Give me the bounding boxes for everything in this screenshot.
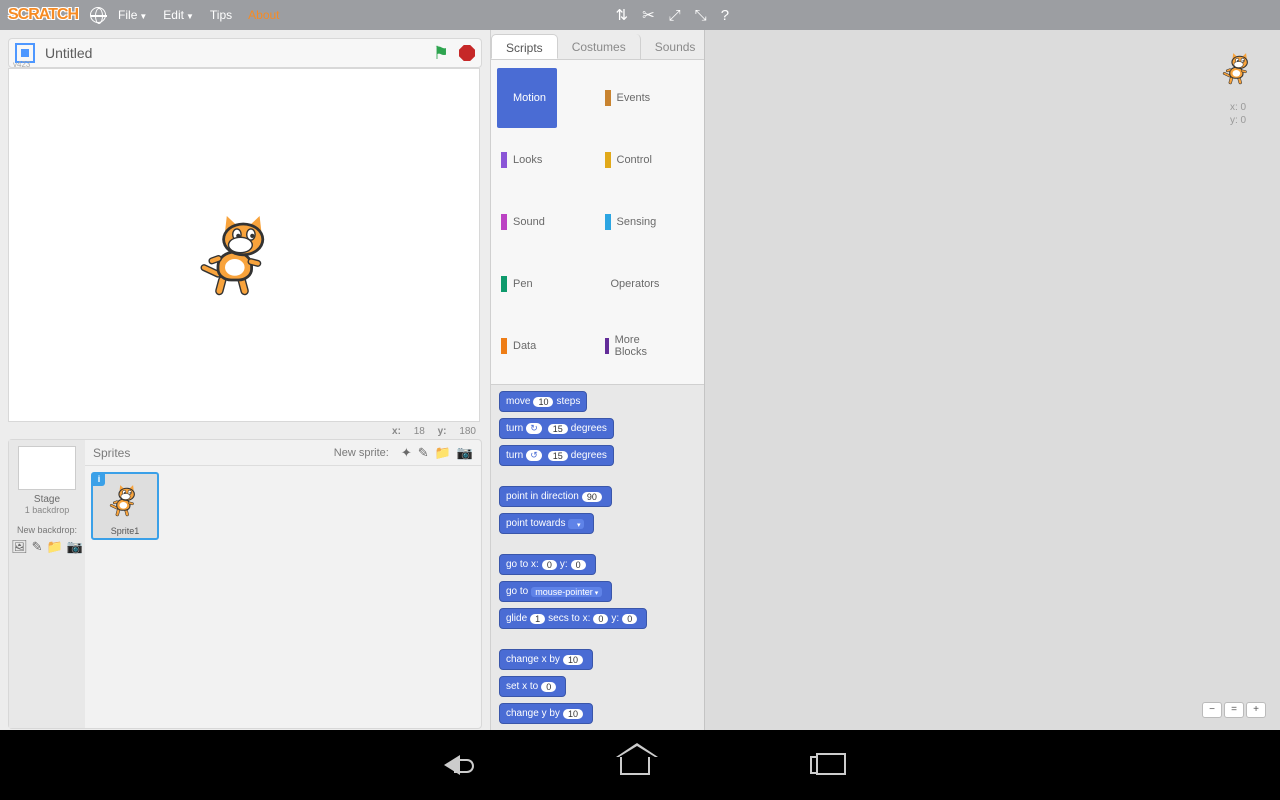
tab-sounds[interactable]: Sounds [641, 34, 711, 59]
android-recent-icon[interactable] [810, 756, 836, 774]
sprite-paint-icon[interactable]: ✎ [418, 445, 429, 461]
stage[interactable] [8, 68, 480, 422]
android-back-icon[interactable] [444, 755, 460, 775]
tab-costumes[interactable]: Costumes [558, 34, 641, 59]
language-icon[interactable] [90, 7, 106, 23]
stage-thumbnail[interactable] [18, 446, 76, 490]
zoom-out-button[interactable]: − [1202, 702, 1222, 718]
category-sensing[interactable]: Sensing [601, 192, 661, 252]
category-events[interactable]: Events [601, 68, 661, 128]
green-flag-icon[interactable]: ⚑ [433, 43, 449, 64]
zoom-reset-button[interactable]: = [1224, 702, 1244, 718]
block-glide[interactable]: glide1secs to x:0y:0 [499, 608, 647, 629]
stage-header: v423 Untitled ⚑ [8, 38, 482, 68]
delete-icon[interactable]: ✂ [642, 6, 655, 24]
block-categories: Motion Events Looks Control Sound Sensin… [491, 60, 704, 385]
duplicate-icon[interactable]: ⇅ [616, 6, 629, 24]
sprite-info-icon[interactable]: i [93, 474, 105, 486]
scratch-cat-icon [109, 486, 142, 519]
sprite-upload-icon[interactable]: 📁 [435, 445, 451, 461]
backdrop-paint-icon[interactable]: ✎ [32, 539, 43, 555]
block-point-direction[interactable]: point in direction90 [499, 486, 612, 507]
block-goto[interactable]: go tomouse-pointer [499, 581, 612, 602]
sprites-label: Sprites [93, 446, 334, 460]
category-operators[interactable]: Operators [601, 254, 661, 314]
backdrop-library-icon[interactable]: 🖼 [11, 539, 28, 555]
category-looks[interactable]: Looks [497, 130, 557, 190]
new-sprite-label: New sprite: [334, 447, 389, 459]
scripts-workspace[interactable]: x: 0 y: 0 − = + [704, 30, 1280, 730]
category-control[interactable]: Control [601, 130, 661, 190]
help-icon[interactable]: ? [721, 7, 729, 24]
block-turn-cw[interactable]: turn↻15degrees [499, 418, 614, 439]
block-change-y[interactable]: change y by10 [499, 703, 593, 724]
top-menu-bar: SCRATCH File▼ Edit▼ Tips About ⇅ ✂ ⤢ ⤡ ? [0, 0, 1280, 30]
stop-icon[interactable] [459, 45, 475, 61]
scratch-cat-icon [1222, 54, 1255, 87]
tab-scripts[interactable]: Scripts [491, 34, 558, 59]
editor-tabs: Scripts Costumes Sounds [491, 30, 704, 60]
stage-coords: x: 18 y: 180 [8, 426, 476, 437]
sprite-thumbnail-sprite1[interactable]: i Sprite1 [91, 472, 159, 540]
block-goto-xy[interactable]: go to x:0y:0 [499, 554, 596, 575]
block-move-steps[interactable]: move10steps [499, 391, 587, 412]
zoom-controls: − = + [1202, 702, 1266, 718]
scratch-logo[interactable]: SCRATCH [8, 6, 78, 24]
menu-tips[interactable]: Tips [210, 8, 232, 22]
category-more[interactable]: More Blocks [601, 316, 661, 376]
scratch-cat-icon [197, 217, 281, 301]
grow-icon[interactable]: ⤢ [669, 7, 681, 24]
category-motion[interactable]: Motion [497, 68, 557, 128]
block-palette[interactable]: move10steps turn↻15degrees turn↺15degree… [491, 385, 704, 730]
menu-file[interactable]: File▼ [118, 8, 147, 22]
block-turn-ccw[interactable]: turn↺15degrees [499, 445, 614, 466]
backdrop-camera-icon[interactable]: 📷 [67, 539, 83, 555]
menu-about[interactable]: About [248, 8, 279, 22]
shrink-icon[interactable]: ⤡ [695, 7, 707, 24]
category-sound[interactable]: Sound [497, 192, 557, 252]
android-home-icon[interactable] [620, 755, 650, 775]
block-set-x[interactable]: set x to0 [499, 676, 566, 697]
android-nav-bar [0, 730, 1280, 800]
category-data[interactable]: Data [497, 316, 557, 376]
sprite-position-readout: x: 0 y: 0 [1208, 40, 1268, 126]
zoom-in-button[interactable]: + [1246, 702, 1266, 718]
sprite-library-icon[interactable]: ✦ [401, 445, 412, 461]
stage-selector[interactable]: Stage 1 backdrop New backdrop: 🖼 ✎ 📁 📷 [9, 440, 85, 728]
block-point-towards[interactable]: point towards [499, 513, 594, 534]
backdrop-upload-icon[interactable]: 📁 [47, 539, 63, 555]
block-change-x[interactable]: change x by10 [499, 649, 593, 670]
project-title[interactable]: Untitled [45, 45, 433, 61]
category-pen[interactable]: Pen [497, 254, 557, 314]
menu-edit[interactable]: Edit▼ [163, 8, 194, 22]
sprite-camera-icon[interactable]: 📷 [457, 445, 473, 461]
